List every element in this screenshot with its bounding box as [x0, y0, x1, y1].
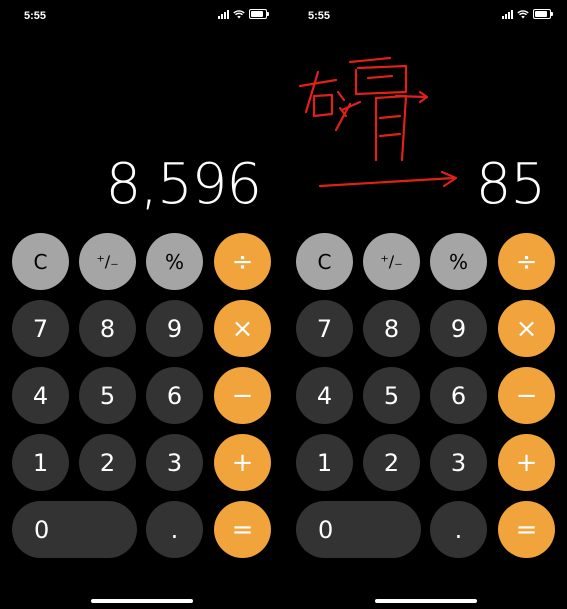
digit-7-button[interactable]: 7	[296, 300, 353, 357]
result-display: 85	[475, 152, 546, 217]
status-icons	[218, 9, 269, 19]
digit-5-button[interactable]: 5	[363, 367, 420, 424]
clear-button[interactable]: C	[296, 233, 353, 290]
digit-8-button[interactable]: 8	[363, 300, 420, 357]
digit-1-button[interactable]: 1	[12, 434, 69, 491]
digit-6-button[interactable]: 6	[146, 367, 203, 424]
multiply-button[interactable]: ×	[214, 300, 271, 357]
status-time: 5:55	[308, 10, 331, 22]
calculator-left: 5:55 8,596 C ⁺∕₋ % ÷ 7 8 9 × 4 5 6 − 1 2…	[0, 0, 283, 609]
plus-button[interactable]: +	[214, 434, 271, 491]
digit-1-button[interactable]: 1	[296, 434, 353, 491]
sign-toggle-button[interactable]: ⁺∕₋	[363, 233, 420, 290]
digit-3-button[interactable]: 3	[430, 434, 487, 491]
digit-2-button[interactable]: 2	[363, 434, 420, 491]
divide-button[interactable]: ÷	[214, 233, 271, 290]
multiply-button[interactable]: ×	[498, 300, 555, 357]
minus-button[interactable]: −	[214, 367, 271, 424]
clear-button[interactable]: C	[12, 233, 69, 290]
percent-button[interactable]: %	[430, 233, 487, 290]
handwritten-swipe-right-mark	[298, 56, 458, 188]
result-display: 8,596	[105, 152, 262, 217]
digit-9-button[interactable]: 9	[430, 300, 487, 357]
digit-9-button[interactable]: 9	[146, 300, 203, 357]
decimal-button[interactable]: .	[146, 501, 203, 558]
equals-button[interactable]: =	[214, 501, 271, 558]
status-time: 5:55	[24, 10, 47, 22]
digit-0-button[interactable]: 0	[12, 501, 137, 558]
plus-button[interactable]: +	[498, 434, 555, 491]
equals-button[interactable]: =	[498, 501, 555, 558]
signal-icon	[218, 9, 229, 19]
sign-toggle-button[interactable]: ⁺∕₋	[79, 233, 136, 290]
battery-icon	[533, 9, 553, 19]
digit-4-button[interactable]: 4	[12, 367, 69, 424]
digit-0-button[interactable]: 0	[296, 501, 421, 558]
wifi-icon	[517, 9, 529, 18]
signal-icon	[502, 9, 513, 19]
digit-4-button[interactable]: 4	[296, 367, 353, 424]
battery-icon	[249, 9, 269, 19]
digit-8-button[interactable]: 8	[79, 300, 136, 357]
home-indicator[interactable]	[374, 599, 477, 603]
status-icons	[502, 9, 553, 19]
minus-button[interactable]: −	[498, 367, 555, 424]
digit-3-button[interactable]: 3	[146, 434, 203, 491]
wifi-icon	[233, 9, 245, 18]
divide-button[interactable]: ÷	[498, 233, 555, 290]
digit-7-button[interactable]: 7	[12, 300, 69, 357]
percent-button[interactable]: %	[146, 233, 203, 290]
decimal-button[interactable]: .	[430, 501, 487, 558]
home-indicator[interactable]	[90, 599, 193, 603]
digit-2-button[interactable]: 2	[79, 434, 136, 491]
calculator-right: 5:55 85 右滑 C ⁺∕₋ % ÷	[284, 0, 567, 609]
digit-6-button[interactable]: 6	[430, 367, 487, 424]
digit-5-button[interactable]: 5	[79, 367, 136, 424]
